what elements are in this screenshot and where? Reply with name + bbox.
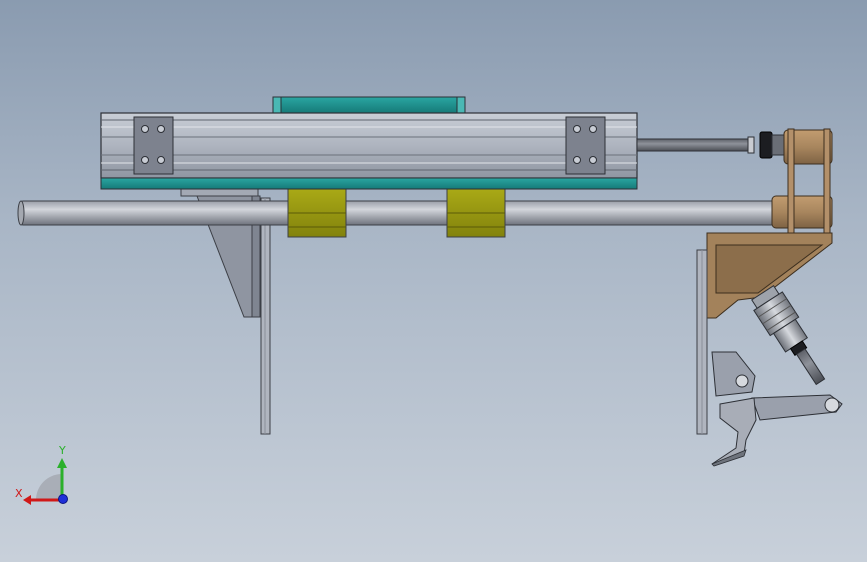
bearing-block-right bbox=[446, 188, 506, 238]
rail-end-cap-left bbox=[133, 116, 174, 175]
cylinder-piston-rod bbox=[636, 131, 785, 159]
x-axis-label: X bbox=[15, 487, 23, 500]
y-axis-arrowhead bbox=[57, 458, 67, 468]
y-axis-label: Y bbox=[58, 444, 66, 457]
top-slider-plate bbox=[272, 96, 466, 114]
rail-end-cap-right bbox=[565, 116, 606, 175]
angled-cylinder bbox=[751, 285, 826, 386]
triad-plane-shading bbox=[36, 474, 62, 500]
cad-viewport[interactable]: Y X bbox=[0, 0, 867, 562]
right-vertical-plate bbox=[696, 249, 708, 435]
roller-bottom bbox=[771, 195, 833, 229]
linear-rail-profile bbox=[100, 112, 638, 190]
gripper-linkage bbox=[711, 351, 843, 467]
bearing-block-left bbox=[287, 188, 347, 238]
x-axis-arrowhead bbox=[23, 495, 31, 505]
coordinate-triad: Y X bbox=[15, 444, 68, 505]
z-axis-dot bbox=[58, 494, 68, 504]
guide-shaft bbox=[17, 200, 811, 226]
assembly-drawing: Y X bbox=[15, 96, 843, 505]
